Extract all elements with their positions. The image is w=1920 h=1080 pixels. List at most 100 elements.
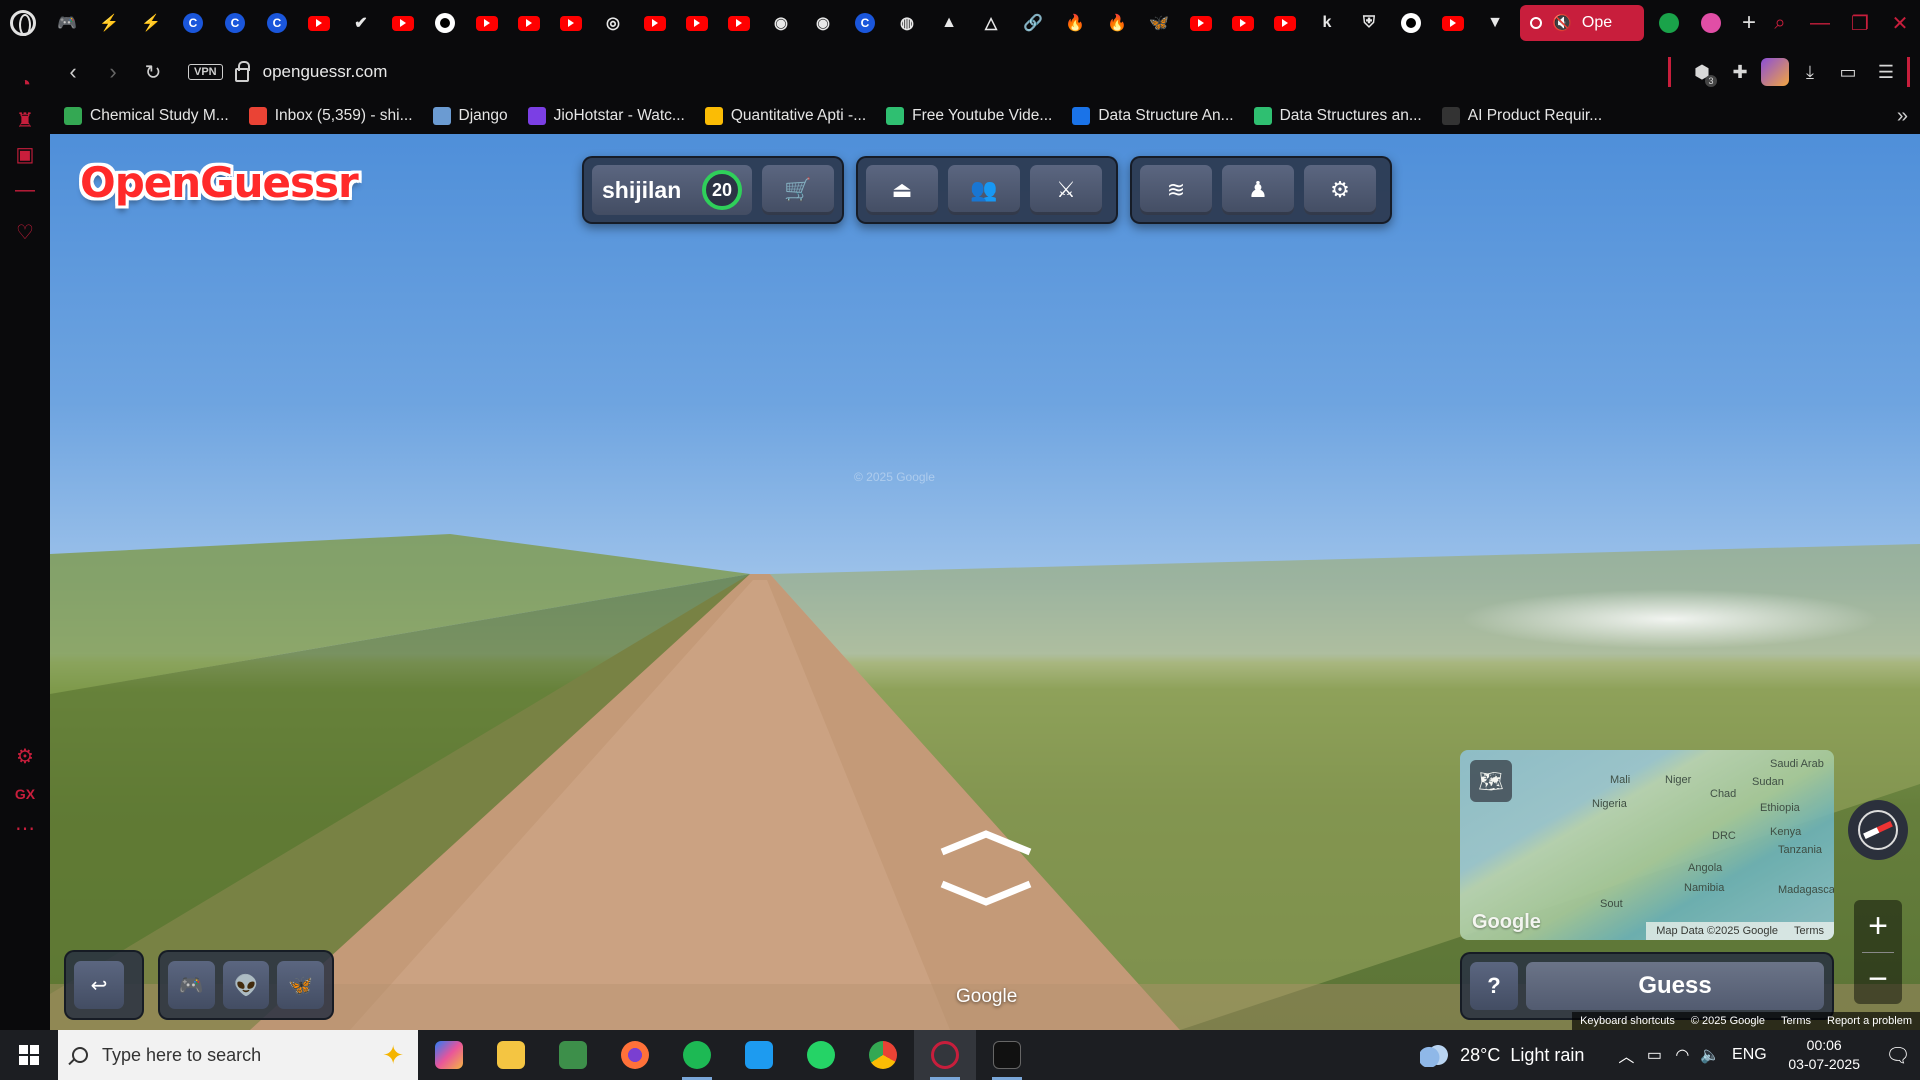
download-icon[interactable]: ⤓ xyxy=(1793,55,1827,89)
zoom-out-button[interactable]: − xyxy=(1854,953,1902,1005)
expand-map-button[interactable]: 🗺 xyxy=(1470,760,1512,802)
tab[interactable] xyxy=(298,0,340,46)
volume-icon[interactable]: 🔈 xyxy=(1696,1045,1724,1065)
battery-icon[interactable]: ▭ xyxy=(1831,55,1865,89)
tab[interactable] xyxy=(1690,0,1732,46)
bookmark-item[interactable]: AI Product Requir... xyxy=(1441,107,1602,125)
tab[interactable] xyxy=(1432,0,1474,46)
notification-icon[interactable]: 🗨 xyxy=(1876,1043,1920,1068)
twitter-app[interactable] xyxy=(728,1030,790,1080)
tab[interactable] xyxy=(1222,0,1264,46)
map-layers-button[interactable]: ≋ xyxy=(1140,165,1212,215)
tab[interactable] xyxy=(634,0,676,46)
file-explorer-app[interactable] xyxy=(480,1030,542,1080)
profile-button[interactable]: shijilan 20 xyxy=(592,165,752,215)
tab[interactable]: ◍ xyxy=(886,0,928,46)
tab[interactable]: ⛨ xyxy=(1348,0,1390,46)
tab[interactable] xyxy=(676,0,718,46)
guess-minimap[interactable]: 🗺 Google Map Data ©2025 Google Terms Sau… xyxy=(1460,750,1834,940)
close-button[interactable]: ✕ xyxy=(1880,0,1920,46)
wifi-icon[interactable]: ◠ xyxy=(1668,1045,1696,1065)
battery-icon[interactable]: ▭ xyxy=(1640,1045,1668,1065)
bookmark-item[interactable]: Data Structure An... xyxy=(1072,107,1234,125)
puzzle-icon[interactable]: ✚ xyxy=(1723,55,1757,89)
move-backward-arrow[interactable] xyxy=(936,878,1036,908)
whatsapp-app[interactable] xyxy=(790,1030,852,1080)
keyboard-shortcuts-link[interactable]: Keyboard shortcuts xyxy=(1580,1015,1675,1027)
heart-icon[interactable]: ♡ xyxy=(0,212,50,252)
photos-app[interactable] xyxy=(542,1030,604,1080)
reload-button[interactable]: ↻ xyxy=(136,55,170,89)
weather-widget[interactable]: 28°C Light rain xyxy=(1420,1043,1584,1067)
bookmark-item[interactable]: Quantitative Apti -... xyxy=(704,107,866,125)
taskbar-search[interactable]: Type here to search ✦ xyxy=(58,1030,418,1080)
opera-gx-app[interactable] xyxy=(914,1030,976,1080)
terms-link[interactable]: Terms xyxy=(1781,1015,1811,1027)
tab[interactable]: ◉ xyxy=(802,0,844,46)
openguessr-logo[interactable]: OpenGuessr xyxy=(80,158,359,207)
tab[interactable]: △ xyxy=(970,0,1012,46)
battle-button[interactable]: ⚔ xyxy=(1030,165,1102,215)
tab[interactable] xyxy=(508,0,550,46)
game-app[interactable] xyxy=(976,1030,1038,1080)
bookmark-item[interactable]: Chemical Study M... xyxy=(64,107,229,125)
leaderboard-button[interactable]: ⏏ xyxy=(866,165,938,215)
tab[interactable] xyxy=(1264,0,1306,46)
move-forward-arrow[interactable] xyxy=(936,828,1036,858)
forward-button[interactable]: › xyxy=(96,55,130,89)
tab[interactable] xyxy=(1648,0,1690,46)
language-indicator[interactable]: ENG xyxy=(1724,1046,1774,1064)
tab[interactable]: 🔥 xyxy=(1096,0,1138,46)
tab[interactable]: ▲ xyxy=(928,0,970,46)
tab[interactable]: C xyxy=(844,0,886,46)
bookmark-item[interactable]: Django xyxy=(432,107,508,125)
shop-button[interactable]: 🛒 xyxy=(762,165,834,215)
extensions-status-icon[interactable]: ⬢ 3 xyxy=(1685,55,1719,89)
bookmarks-overflow-icon[interactable]: » xyxy=(1897,105,1908,128)
chevron-up-icon[interactable]: ︿ xyxy=(1612,1043,1640,1067)
tab[interactable]: ◎ xyxy=(592,0,634,46)
speed-dial-icon[interactable]: ◔ xyxy=(0,64,50,104)
multiplayer-button[interactable]: 👥 xyxy=(948,165,1020,215)
report-problem-link[interactable]: Report a problem xyxy=(1827,1015,1912,1027)
tab[interactable] xyxy=(466,0,508,46)
easy-setup-icon[interactable]: ☰ xyxy=(1869,55,1903,89)
tab-search-icon[interactable]: ⌕ xyxy=(1760,0,1800,46)
tab[interactable]: 🦋 xyxy=(1138,0,1180,46)
map-terms-link[interactable]: Terms xyxy=(1794,925,1824,937)
clock[interactable]: 00:06 03-07-2025 xyxy=(1788,1036,1860,1074)
gx-control-icon[interactable]: ⚙ xyxy=(0,736,50,776)
firefox-app[interactable] xyxy=(604,1030,666,1080)
guess-button[interactable]: Guess xyxy=(1526,962,1824,1010)
tab[interactable] xyxy=(718,0,760,46)
tab[interactable]: ▼ xyxy=(1474,0,1516,46)
tab[interactable]: C xyxy=(256,0,298,46)
tab[interactable]: ⚡ xyxy=(130,0,172,46)
restore-button[interactable]: ❐ xyxy=(1840,0,1880,46)
zoom-in-button[interactable]: + xyxy=(1854,900,1902,952)
bookmark-item[interactable]: JioHotstar - Watc... xyxy=(527,107,685,125)
settings-button[interactable]: ⚙ xyxy=(1304,165,1376,215)
tab[interactable]: 🎮 xyxy=(46,0,88,46)
more-icon[interactable]: ⋯ xyxy=(0,808,50,848)
tab[interactable]: ✔ xyxy=(340,0,382,46)
tab[interactable]: C xyxy=(172,0,214,46)
tab[interactable] xyxy=(1180,0,1222,46)
tab[interactable]: ◉ xyxy=(760,0,802,46)
copilot-app[interactable] xyxy=(418,1030,480,1080)
tab[interactable] xyxy=(1390,0,1432,46)
tab[interactable]: 🔥 xyxy=(1054,0,1096,46)
tab[interactable]: C xyxy=(214,0,256,46)
bookmark-item[interactable]: Inbox (5,359) - shi... xyxy=(248,107,413,125)
back-button[interactable]: ‹ xyxy=(56,55,90,89)
tab[interactable]: k xyxy=(1306,0,1348,46)
tab[interactable] xyxy=(550,0,592,46)
bluesky-button[interactable]: 🦋 xyxy=(277,961,325,1009)
opera-menu-button[interactable] xyxy=(0,0,46,46)
vpn-badge[interactable]: VPN xyxy=(188,64,223,80)
return-to-start-button[interactable]: ↩ xyxy=(74,961,124,1009)
active-tab[interactable]: 🔇 Ope xyxy=(1520,5,1644,41)
bookmark-item[interactable]: Data Structures an... xyxy=(1253,107,1422,125)
gmail-icon[interactable]: ▣ xyxy=(0,134,50,174)
start-button[interactable] xyxy=(0,1030,58,1080)
